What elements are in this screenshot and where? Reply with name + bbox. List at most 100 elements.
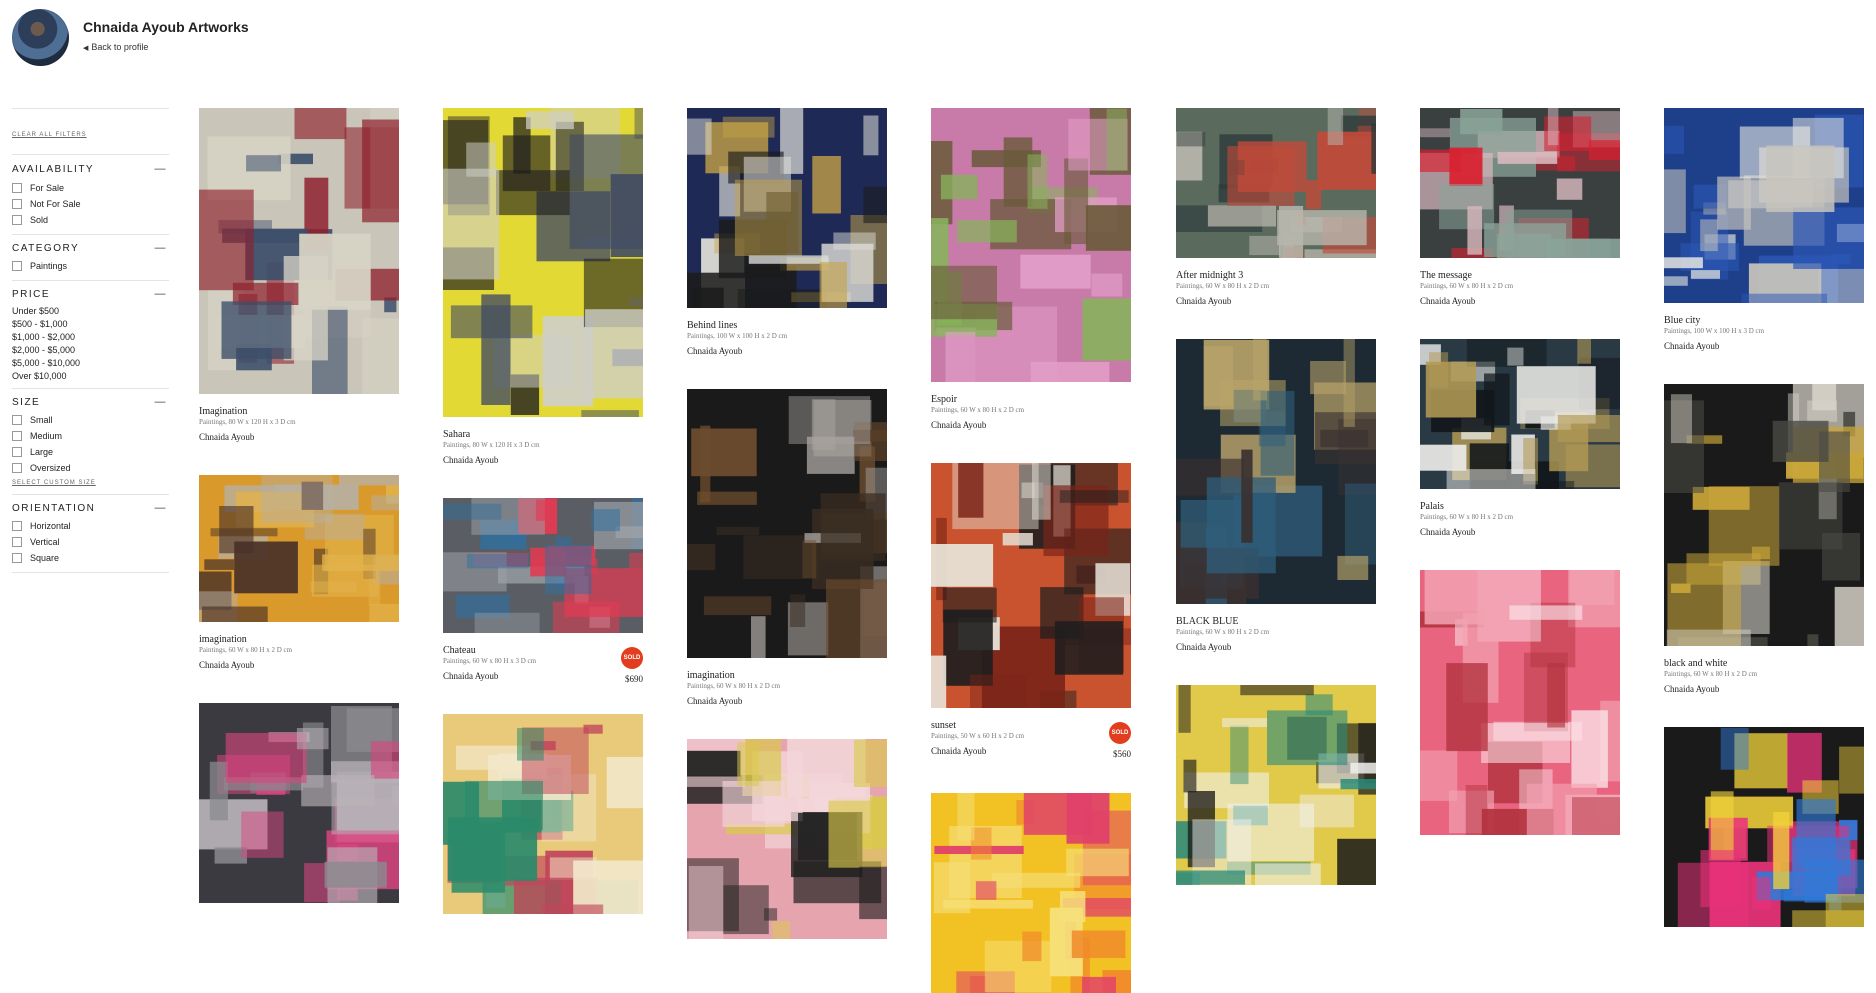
collapse-icon[interactable]: — bbox=[155, 288, 168, 300]
checkbox[interactable] bbox=[12, 431, 22, 441]
artwork-image[interactable] bbox=[1664, 727, 1864, 927]
filter-category-header[interactable]: CATEGORY — bbox=[12, 242, 169, 254]
artwork-image[interactable] bbox=[199, 475, 399, 622]
filter-option-for-sale[interactable]: For Sale bbox=[12, 180, 169, 196]
artist-name[interactable]: Chnaida Ayoub bbox=[443, 455, 643, 466]
checkbox[interactable] bbox=[12, 463, 22, 473]
filter-option-medium[interactable]: Medium bbox=[12, 428, 169, 444]
checkbox[interactable] bbox=[12, 183, 22, 193]
checkbox[interactable] bbox=[12, 215, 22, 225]
filter-option-small[interactable]: Small bbox=[12, 412, 169, 428]
artwork-image[interactable] bbox=[687, 739, 887, 939]
artwork-card[interactable]: ChateauPaintings, 60 W x 80 H x 3 D cmCh… bbox=[443, 498, 643, 682]
artist-name[interactable]: Chnaida Ayoub bbox=[687, 696, 887, 707]
artist-name[interactable]: Chnaida Ayoub bbox=[1664, 341, 1864, 352]
checkbox[interactable] bbox=[12, 553, 22, 563]
artwork-card[interactable] bbox=[931, 793, 1131, 993]
checkbox[interactable] bbox=[12, 521, 22, 531]
artwork-card[interactable]: EspoirPaintings, 60 W x 80 H x 2 D cmChn… bbox=[931, 108, 1131, 431]
artwork-card[interactable]: BLACK BLUEPaintings, 60 W x 80 H x 2 D c… bbox=[1176, 339, 1376, 653]
artwork-title[interactable]: black and white bbox=[1664, 658, 1864, 670]
filter-option-square[interactable]: Square bbox=[12, 550, 169, 566]
artwork-image[interactable] bbox=[1664, 384, 1864, 646]
artwork-title[interactable]: Palais bbox=[1420, 501, 1620, 513]
artist-name[interactable]: Chnaida Ayoub bbox=[199, 432, 399, 443]
artwork-image[interactable] bbox=[931, 793, 1131, 993]
filter-option-large[interactable]: Large bbox=[12, 444, 169, 460]
artwork-card[interactable] bbox=[199, 703, 399, 903]
artwork-card[interactable]: black and whitePaintings, 60 W x 80 H x … bbox=[1664, 384, 1864, 695]
artwork-image[interactable] bbox=[931, 463, 1131, 708]
artwork-card[interactable] bbox=[443, 714, 643, 914]
artwork-card[interactable]: sunsetPaintings, 50 W x 60 H x 2 D cmChn… bbox=[931, 463, 1131, 757]
checkbox[interactable] bbox=[12, 415, 22, 425]
filter-option-paintings[interactable]: Paintings bbox=[12, 258, 169, 274]
artwork-image[interactable] bbox=[931, 108, 1131, 382]
artwork-image[interactable] bbox=[1176, 339, 1376, 604]
filter-option-vertical[interactable]: Vertical bbox=[12, 534, 169, 550]
artwork-card[interactable]: imaginationPaintings, 60 W x 80 H x 2 D … bbox=[687, 389, 887, 707]
artwork-card[interactable] bbox=[1176, 685, 1376, 885]
artwork-image[interactable] bbox=[1664, 108, 1864, 303]
checkbox[interactable] bbox=[12, 261, 22, 271]
artwork-image[interactable] bbox=[1176, 685, 1376, 885]
back-to-profile-link[interactable]: ◀Back to profile bbox=[83, 42, 148, 52]
filter-size-header[interactable]: SIZE — bbox=[12, 396, 169, 408]
artist-name[interactable]: Chnaida Ayoub bbox=[1420, 527, 1620, 538]
filter-option-not-for-sale[interactable]: Not For Sale bbox=[12, 196, 169, 212]
filter-option-sold[interactable]: Sold bbox=[12, 212, 169, 228]
artwork-card[interactable]: Blue cityPaintings, 100 W x 100 H x 3 D … bbox=[1664, 108, 1864, 352]
collapse-icon[interactable]: — bbox=[155, 163, 168, 175]
price-option[interactable]: $2,000 - $5,000 bbox=[12, 344, 169, 357]
price-option[interactable]: Under $500 bbox=[12, 305, 169, 318]
price-option[interactable]: Over $10,000 bbox=[12, 370, 169, 383]
artwork-image[interactable] bbox=[199, 108, 399, 394]
artwork-card[interactable]: The messagePaintings, 60 W x 80 H x 2 D … bbox=[1420, 108, 1620, 307]
artwork-title[interactable]: Imagination bbox=[199, 406, 399, 418]
price-option[interactable]: $5,000 - $10,000 bbox=[12, 357, 169, 370]
artwork-card[interactable] bbox=[1664, 727, 1864, 927]
artwork-image[interactable] bbox=[1420, 108, 1620, 258]
filter-orientation-header[interactable]: ORIENTATION — bbox=[12, 502, 169, 514]
artwork-image[interactable] bbox=[1176, 108, 1376, 258]
artist-name[interactable]: Chnaida Ayoub bbox=[931, 420, 1131, 431]
checkbox[interactable] bbox=[12, 447, 22, 457]
checkbox[interactable] bbox=[12, 199, 22, 209]
artwork-image[interactable] bbox=[199, 703, 399, 903]
collapse-icon[interactable]: — bbox=[155, 502, 168, 514]
artwork-card[interactable] bbox=[1420, 570, 1620, 835]
artist-name[interactable]: Chnaida Ayoub bbox=[1420, 296, 1620, 307]
artwork-image[interactable] bbox=[443, 108, 643, 417]
artist-name[interactable]: Chnaida Ayoub bbox=[1176, 296, 1376, 307]
artwork-title[interactable]: The message bbox=[1420, 270, 1620, 282]
checkbox[interactable] bbox=[12, 537, 22, 547]
artwork-image[interactable] bbox=[443, 714, 643, 914]
artwork-image[interactable] bbox=[687, 108, 887, 308]
artwork-image[interactable] bbox=[687, 389, 887, 658]
artwork-title[interactable]: Sahara bbox=[443, 429, 643, 441]
clear-all-filters-link[interactable]: Clear all filters bbox=[12, 132, 169, 138]
artwork-title[interactable]: Espoir bbox=[931, 394, 1131, 406]
artwork-title[interactable]: Blue city bbox=[1664, 315, 1864, 327]
artwork-title[interactable]: imagination bbox=[199, 634, 399, 646]
artist-name[interactable]: Chnaida Ayoub bbox=[443, 671, 643, 682]
artwork-title[interactable]: Behind lines bbox=[687, 320, 887, 332]
artist-name[interactable]: Chnaida Ayoub bbox=[687, 346, 887, 357]
collapse-icon[interactable]: — bbox=[155, 396, 168, 408]
artwork-card[interactable]: imaginationPaintings, 60 W x 80 H x 2 D … bbox=[199, 475, 399, 671]
price-option[interactable]: $1,000 - $2,000 bbox=[12, 331, 169, 344]
collapse-icon[interactable]: — bbox=[155, 242, 168, 254]
artist-name[interactable]: Chnaida Ayoub bbox=[1176, 642, 1376, 653]
artist-name[interactable]: Chnaida Ayoub bbox=[1664, 684, 1864, 695]
artwork-card[interactable]: After midnight 3Paintings, 60 W x 80 H x… bbox=[1176, 108, 1376, 307]
artwork-title[interactable]: After midnight 3 bbox=[1176, 270, 1376, 282]
artwork-image[interactable] bbox=[1420, 339, 1620, 489]
select-custom-size-link[interactable]: Select custom size bbox=[12, 480, 169, 486]
artist-name[interactable]: Chnaida Ayoub bbox=[931, 746, 1131, 757]
artwork-image[interactable] bbox=[1420, 570, 1620, 835]
price-option[interactable]: $500 - $1,000 bbox=[12, 318, 169, 331]
artwork-card[interactable]: ImaginationPaintings, 80 W x 120 H x 3 D… bbox=[199, 108, 399, 443]
artwork-card[interactable] bbox=[687, 739, 887, 939]
filter-availability-header[interactable]: AVAILABILITY — bbox=[12, 163, 169, 175]
artwork-title[interactable]: imagination bbox=[687, 670, 887, 682]
